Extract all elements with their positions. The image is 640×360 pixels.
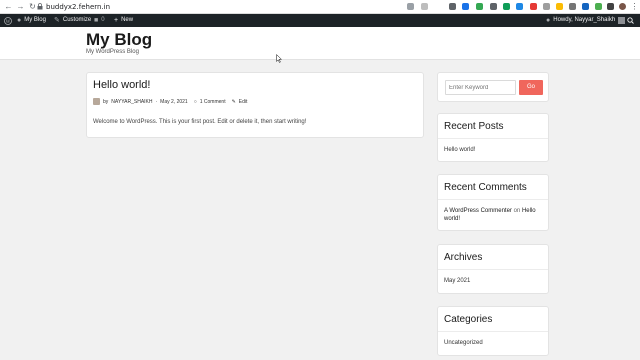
comment-icon: ○ <box>193 98 197 105</box>
recent-comments-widget: Recent Comments A WordPress Commenter on… <box>437 174 549 231</box>
extension-icon[interactable] <box>530 3 537 10</box>
svg-text:W: W <box>6 19 11 24</box>
site-name-label: My Blog <box>24 17 46 23</box>
admin-bar: W ● My Blog ✎ Customize ■ 0 + New ● Howd… <box>0 14 640 27</box>
pencil-icon: ✎ <box>231 98 236 105</box>
plus-icon: + <box>114 17 119 24</box>
post-title[interactable]: Hello world! <box>93 79 150 92</box>
post-card: Hello world! by NAYYAR_SHAIKH · May 2, 2… <box>86 72 424 138</box>
user-icon: ● <box>546 17 551 24</box>
lock-icon <box>37 3 43 10</box>
categories-widget: Categories Uncategorized <box>437 306 549 356</box>
widget-title: Recent Posts <box>444 121 504 132</box>
search-icon <box>627 17 634 24</box>
search-input[interactable] <box>445 80 516 95</box>
browser-toolbar: ← → ↻ buddyx2.fehern.in ⋮ <box>0 0 640 14</box>
search-button[interactable]: Go <box>519 80 543 95</box>
category-link[interactable]: Uncategorized <box>444 339 542 347</box>
menu-icon[interactable]: ⋮ <box>630 2 639 11</box>
comments-count: 0 <box>101 17 105 23</box>
archives-widget: Archives May 2021 <box>437 244 549 294</box>
by-label: by <box>103 98 109 105</box>
post-author[interactable]: NAYYAR_SHAIKH <box>111 99 152 105</box>
extension-icon[interactable] <box>556 3 563 10</box>
reload-icon[interactable]: ↻ <box>28 2 37 11</box>
new-item[interactable]: + New <box>114 14 133 27</box>
recent-comment-entry: A WordPress Commenter on Hello world! <box>444 207 542 223</box>
extension-icon[interactable] <box>595 3 602 10</box>
recent-post-link[interactable]: Hello world! <box>444 146 542 154</box>
divider <box>438 331 548 332</box>
mouse-cursor-icon <box>276 54 282 63</box>
wordpress-logo-item[interactable]: W <box>4 14 12 27</box>
recent-posts-widget: Recent Posts Hello world! <box>437 113 549 162</box>
on-label: on <box>513 208 521 214</box>
widget-title: Recent Comments <box>444 182 527 193</box>
site-header: My Blog My WordPress Blog <box>0 27 640 60</box>
extension-icon[interactable] <box>582 3 589 10</box>
archive-link[interactable]: May 2021 <box>444 277 542 285</box>
site-description: My WordPress Blog <box>86 49 139 55</box>
extension-icon[interactable] <box>476 3 483 10</box>
howdy-label: Howdy, Nayyar_Shaikh <box>553 17 616 23</box>
extension-icon[interactable] <box>569 3 576 10</box>
brush-icon: ✎ <box>54 17 60 24</box>
meta-separator: · <box>155 98 158 105</box>
extension-icon[interactable] <box>449 3 456 10</box>
author-avatar <box>93 98 100 105</box>
post-edit-link[interactable]: Edit <box>239 99 248 105</box>
address-bar[interactable]: buddyx2.fehern.in <box>46 2 110 12</box>
extension-icon[interactable] <box>516 3 523 10</box>
customize-item[interactable]: ✎ Customize <box>54 14 91 27</box>
extension-icon[interactable] <box>490 3 497 10</box>
divider <box>438 138 548 139</box>
extension-icon[interactable] <box>503 3 510 10</box>
admin-search-item[interactable] <box>627 14 634 27</box>
widget-title: Archives <box>444 252 483 263</box>
post-meta: by NAYYAR_SHAIKH · May 2, 2021 ○ 1 Comme… <box>93 97 247 106</box>
user-avatar <box>618 17 626 24</box>
star-icon[interactable] <box>421 3 428 10</box>
comment-author-link[interactable]: A WordPress Commenter <box>444 208 512 214</box>
wordpress-icon: W <box>4 16 12 25</box>
search-widget: Go <box>437 72 549 102</box>
post-comments-link[interactable]: 1 Comment <box>200 99 226 105</box>
comments-item[interactable]: ■ 0 <box>94 14 105 27</box>
post-date[interactable]: May 2, 2021 <box>160 99 188 105</box>
back-icon[interactable]: ← <box>4 2 13 11</box>
puzzle-icon[interactable] <box>607 3 614 10</box>
customize-label: Customize <box>62 17 92 23</box>
cast-icon[interactable] <box>407 3 414 10</box>
post-content: Welcome to WordPress. This is your first… <box>93 119 307 125</box>
new-label: New <box>121 17 134 23</box>
comment-icon: ■ <box>94 17 99 24</box>
account-item[interactable]: ● Howdy, Nayyar_Shaikh <box>546 14 626 27</box>
divider <box>438 199 548 200</box>
dashboard-icon: ● <box>17 17 22 24</box>
profile-avatar[interactable] <box>619 3 626 10</box>
widget-title: Categories <box>444 314 493 325</box>
site-title[interactable]: My Blog <box>86 30 152 50</box>
extension-icon[interactable] <box>543 3 550 10</box>
divider <box>438 269 548 270</box>
extension-icon[interactable] <box>462 3 469 10</box>
forward-icon[interactable]: → <box>16 2 25 11</box>
site-name-item[interactable]: ● My Blog <box>17 14 46 27</box>
